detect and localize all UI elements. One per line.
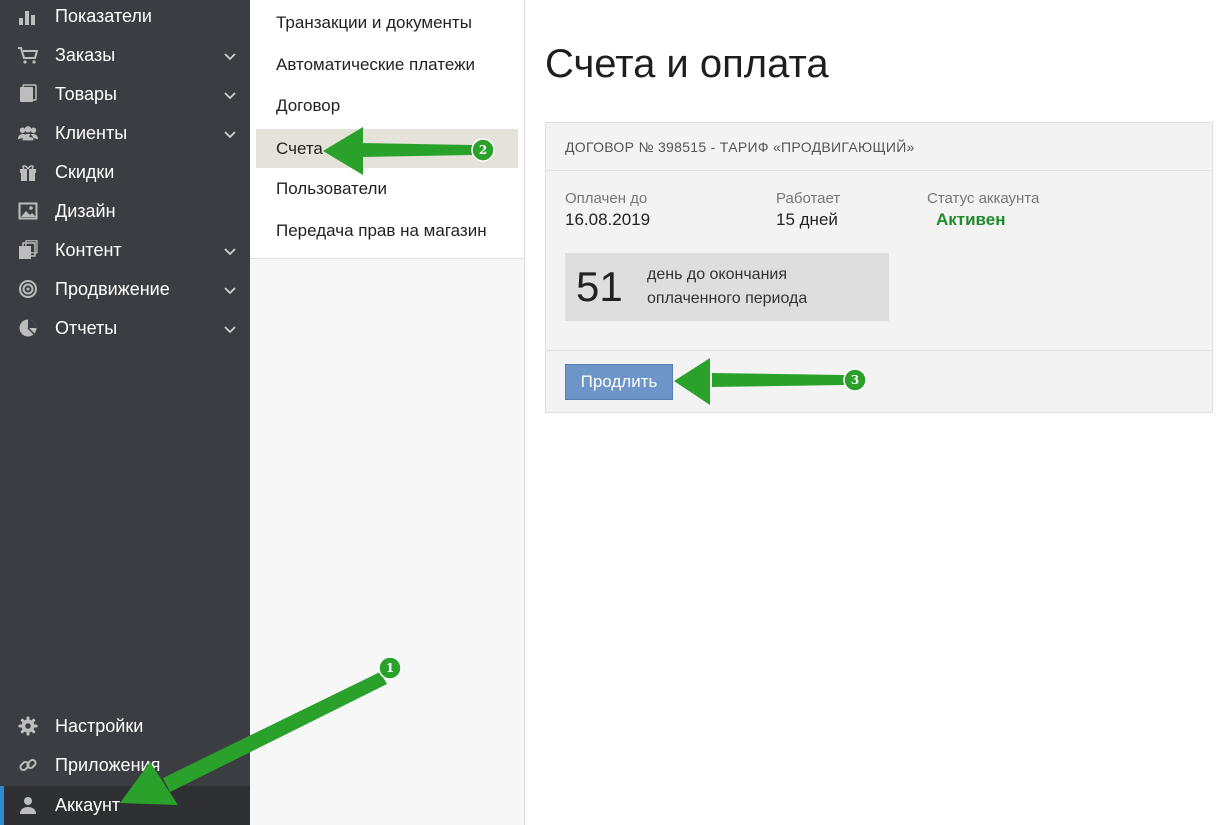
contract-header: ДОГОВОР № 398515 - ТАРИФ «ПРОДВИГАЮЩИЙ» — [546, 123, 1212, 171]
days-remaining-box: 51 день до окончания оплаченного периода — [565, 253, 889, 321]
target-icon — [17, 279, 39, 299]
nav-item-content[interactable]: Контент — [0, 231, 250, 270]
chevron-down-icon[interactable] — [222, 243, 238, 259]
chevron-down-icon[interactable] — [222, 87, 238, 103]
card-footer: Продлить — [546, 350, 1212, 413]
paid-until-value: 16.08.2019 — [565, 210, 651, 229]
nav-item-clients[interactable]: Клиенты — [0, 114, 250, 153]
submenu-item-invoices[interactable]: Счета — [256, 129, 518, 168]
submenu-item-users[interactable]: Пользователи — [250, 169, 518, 208]
pie-chart-icon — [17, 318, 39, 338]
gear-icon — [17, 716, 39, 736]
nav-label-promotion: Продвижение — [55, 279, 170, 299]
nav-label-clients: Клиенты — [55, 123, 128, 143]
works-value: 15 дней — [776, 210, 838, 229]
submenu-item-store-transfer[interactable]: Передача прав на магазин — [250, 211, 518, 250]
account-status-value: Активен — [936, 210, 1006, 229]
pages-icon — [17, 240, 39, 260]
nav-label-reports: Отчеты — [55, 318, 118, 338]
cart-icon — [17, 45, 39, 65]
link-icon — [17, 755, 39, 775]
billing-card: ДОГОВОР № 398515 - ТАРИФ «ПРОДВИГАЮЩИЙ» … — [545, 122, 1213, 413]
chevron-down-icon[interactable] — [222, 321, 238, 337]
submenu-item-contract[interactable]: Договор — [250, 86, 518, 125]
nav-item-dashboard[interactable]: Показатели — [0, 0, 250, 36]
nav-label-dashboard: Показатели — [55, 6, 152, 26]
nav-item-apps[interactable]: Приложения — [0, 746, 250, 785]
nav-label-products: Товары — [55, 84, 117, 104]
nav-label-design: Дизайн — [55, 201, 116, 221]
products-icon — [17, 84, 39, 104]
chevron-down-icon[interactable] — [222, 48, 238, 64]
account-submenu: Транзакции и документы Автоматические пл… — [250, 0, 525, 825]
image-icon — [17, 201, 39, 221]
nav-item-design[interactable]: Дизайн — [0, 192, 250, 231]
nav-label-settings: Настройки — [55, 716, 144, 736]
bar-chart-icon — [17, 6, 39, 26]
paid-until-label: Оплачен до — [565, 190, 648, 207]
nav-item-orders[interactable]: Заказы — [0, 36, 250, 75]
nav-item-settings[interactable]: Настройки — [0, 707, 250, 746]
gift-icon — [17, 162, 39, 182]
submenu-item-transactions[interactable]: Транзакции и документы — [250, 3, 518, 42]
works-label: Работает — [776, 190, 841, 207]
account-status-label: Статус аккаунта — [927, 190, 1040, 207]
person-icon — [17, 795, 39, 815]
extend-button[interactable]: Продлить — [565, 364, 673, 400]
nav-item-products[interactable]: Товары — [0, 75, 250, 114]
submenu-list: Транзакции и документы Автоматические пл… — [250, 0, 524, 259]
nav-item-promotion[interactable]: Продвижение — [0, 270, 250, 309]
nav-label-discounts: Скидки — [55, 162, 115, 182]
chevron-down-icon[interactable] — [222, 126, 238, 142]
nav-label-apps: Приложения — [55, 755, 161, 775]
chevron-down-icon[interactable] — [222, 282, 238, 298]
nav-item-discounts[interactable]: Скидки — [0, 153, 250, 192]
days-remaining-count: 51 — [576, 263, 623, 310]
nav-label-content: Контент — [55, 240, 122, 260]
nav-item-account[interactable]: Аккаунт — [0, 786, 250, 825]
days-remaining-text: день до окончания оплаченного периода — [647, 266, 808, 307]
users-icon — [17, 123, 39, 143]
nav-label-orders: Заказы — [55, 45, 116, 65]
nav-label-account: Аккаунт — [55, 795, 121, 815]
nav-item-reports[interactable]: Отчеты — [0, 309, 250, 348]
submenu-item-autopayments[interactable]: Автоматические платежи — [250, 45, 518, 84]
main-sidebar: Показатели Заказы Товары Клиенты Скидки … — [0, 0, 250, 825]
page-title: Счета и оплата — [545, 42, 829, 86]
